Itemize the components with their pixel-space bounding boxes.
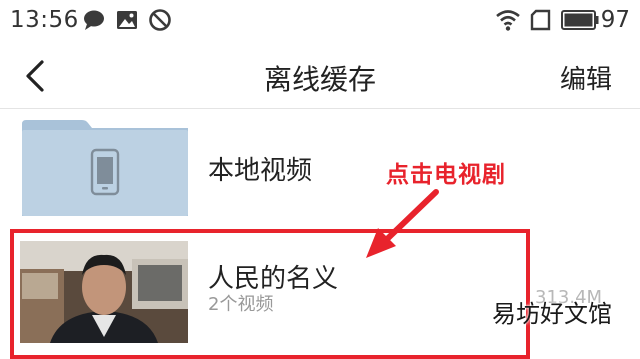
- video-item-row[interactable]: 人民的名义 2个视频 313.4M: [0, 228, 640, 343]
- battery-icon: [561, 10, 599, 30]
- page-title: 离线缓存: [263, 63, 376, 96]
- image-icon: [117, 11, 137, 29]
- status-time: 13:56: [10, 7, 79, 33]
- message-icon: [84, 10, 104, 30]
- battery-level: 97: [600, 7, 630, 33]
- local-folder-thumbnail: [22, 120, 188, 216]
- back-icon[interactable]: [18, 58, 54, 94]
- video-item-size: 313.4M: [535, 287, 603, 308]
- video-thumbnail: [20, 241, 188, 343]
- do-not-disturb-icon: [149, 9, 171, 31]
- video-item-count: 2个视频: [208, 294, 274, 315]
- local-videos-label: 本地视频: [208, 156, 313, 186]
- edit-button[interactable]: 编辑: [560, 59, 612, 96]
- wifi-icon: [496, 10, 520, 31]
- status-bar: 13:56 97: [0, 0, 640, 40]
- sim-card-icon: [530, 9, 551, 31]
- annotation-text: 点击电视剧: [386, 162, 506, 188]
- nav-bar: 离线缓存 编辑: [0, 44, 640, 109]
